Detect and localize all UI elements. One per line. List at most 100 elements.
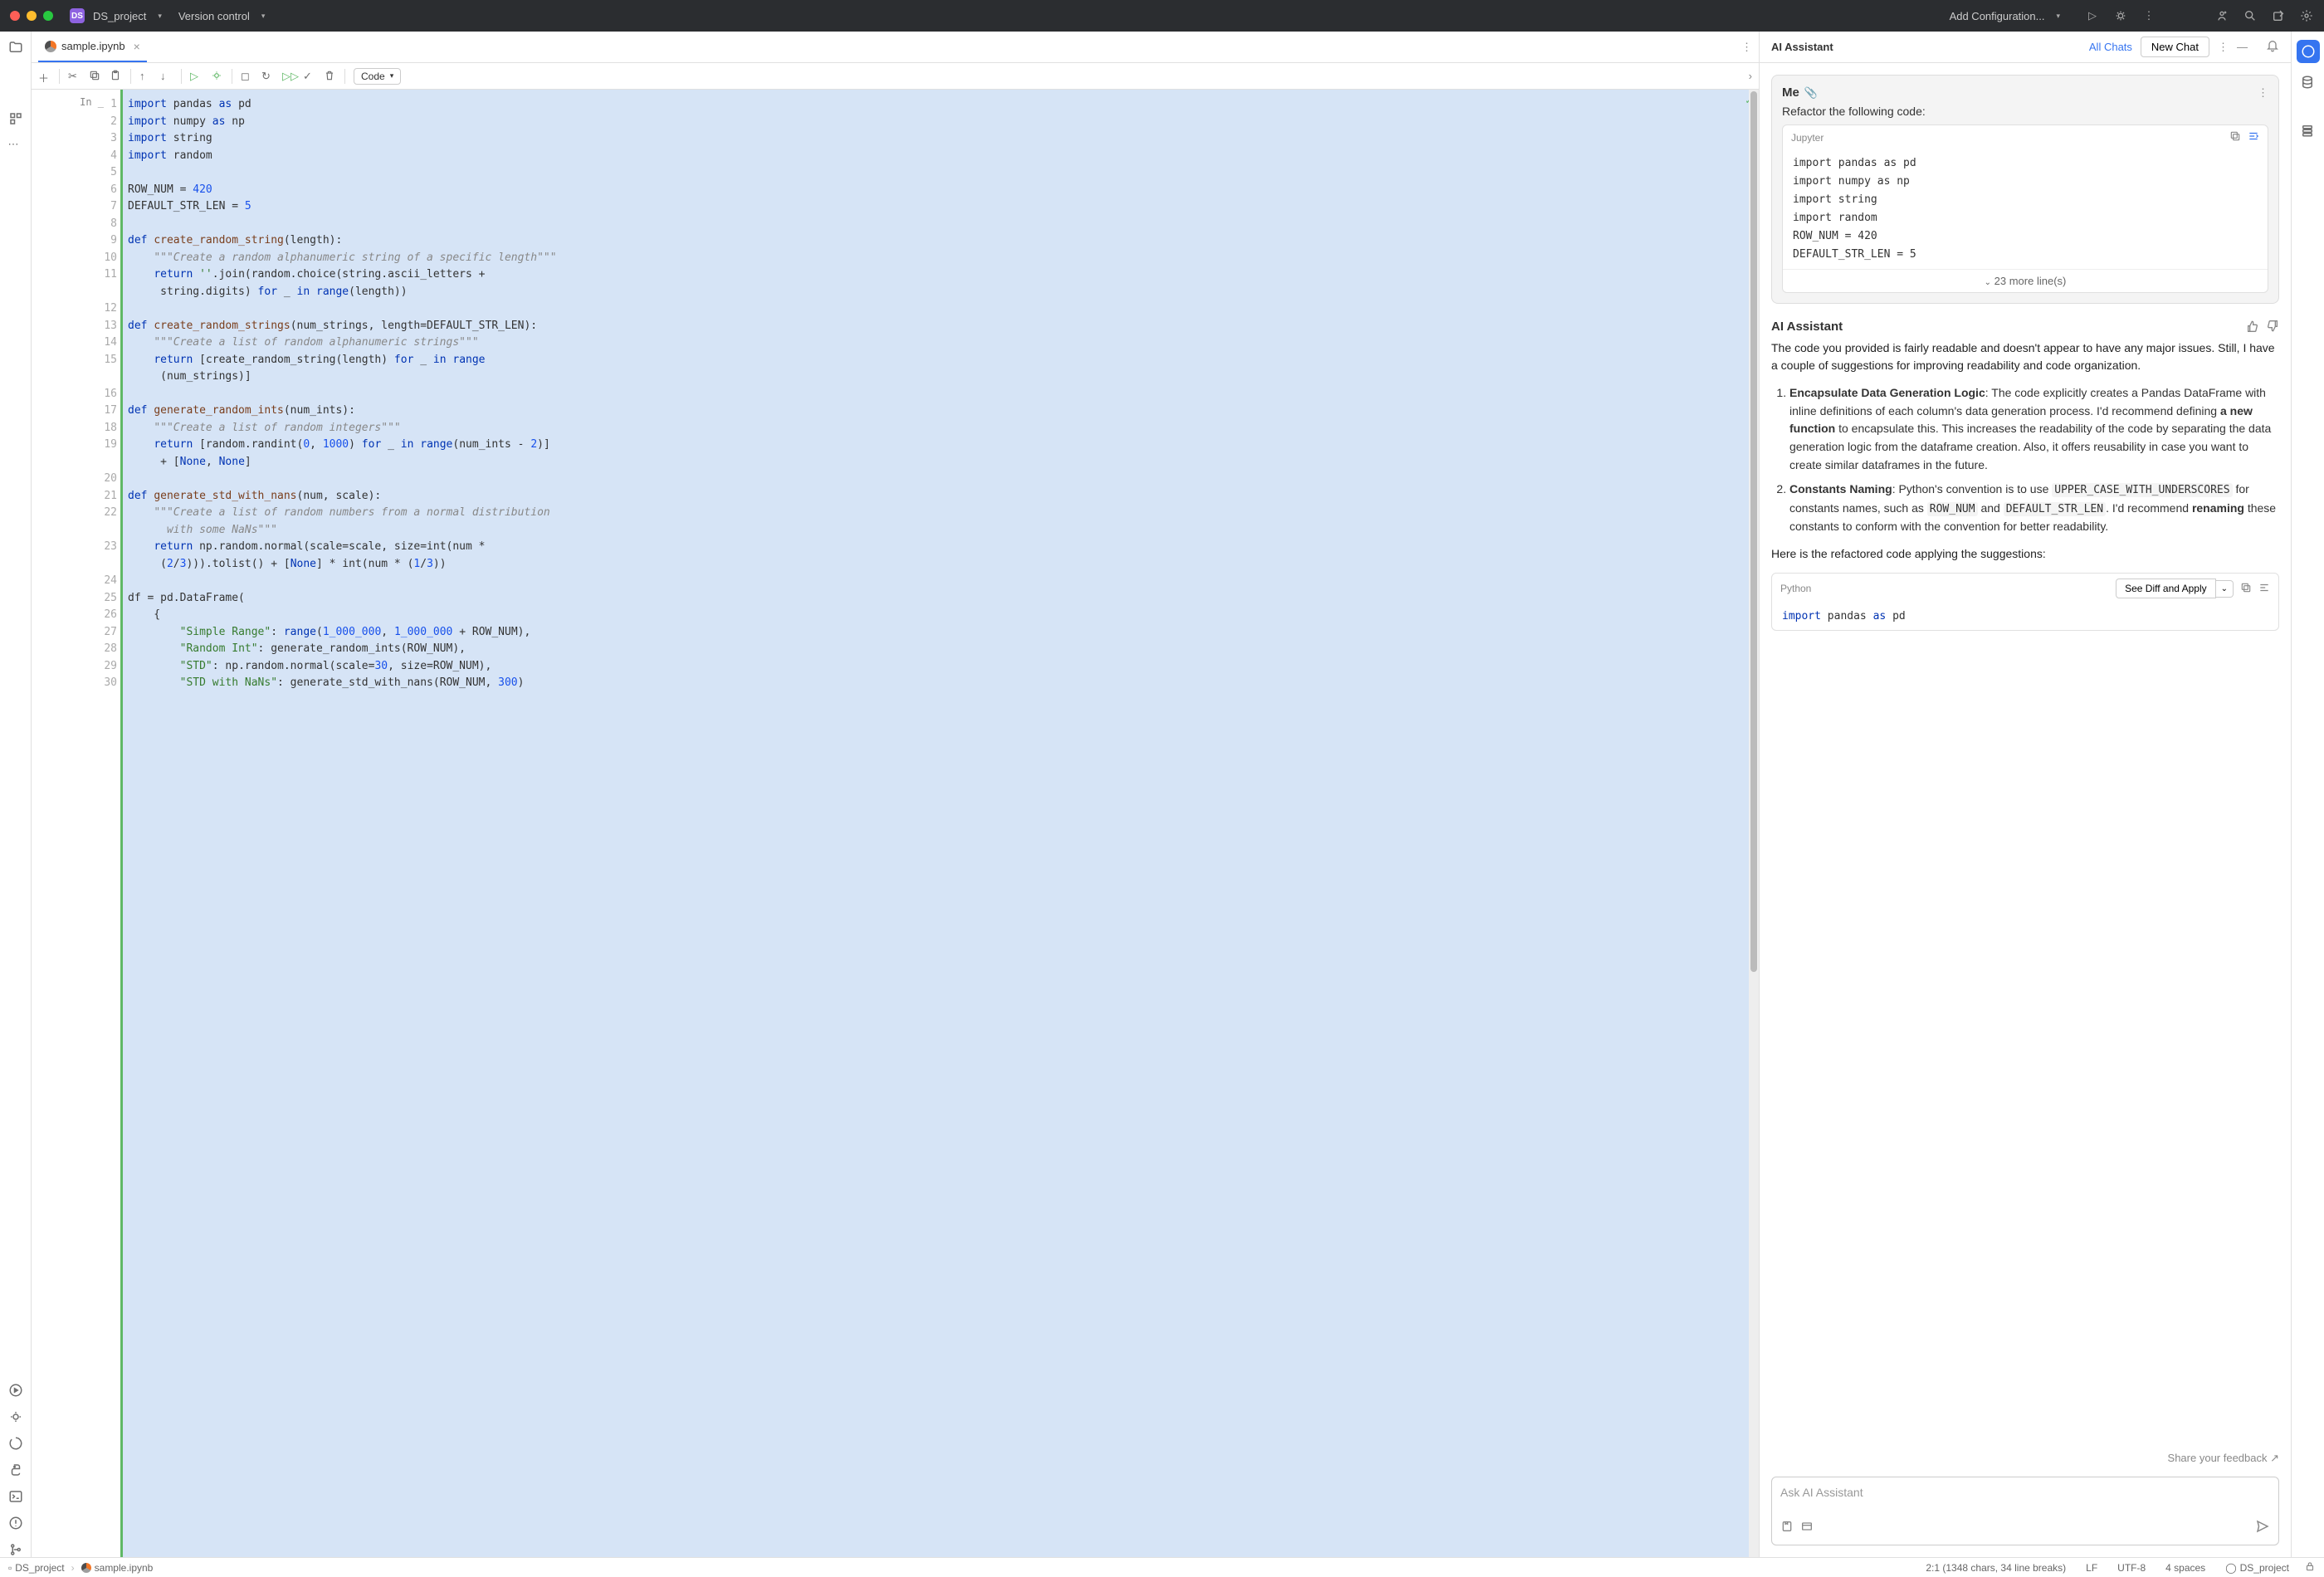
attach-context-icon[interactable]	[1780, 1520, 1794, 1536]
vcs-tool-icon[interactable]	[8, 1542, 23, 1557]
tab-label: sample.ipynb	[61, 40, 125, 52]
cell-gutter: In _ 1234567891011 12131415 16171819 202…	[32, 90, 123, 1557]
line-ending[interactable]: LF	[2086, 1562, 2097, 1574]
output-code-body: import pandas as pd	[1772, 603, 2278, 630]
run-configuration[interactable]: Add Configuration...	[1950, 10, 2045, 22]
cell-type-selector[interactable]: Code▾	[354, 68, 401, 85]
debug-cell-icon[interactable]	[211, 70, 223, 82]
debug-tool-icon[interactable]	[8, 1409, 23, 1424]
user-label: Me	[1782, 85, 1799, 100]
attached-code: Jupyter import pandas as pd import numpy…	[1782, 124, 2268, 293]
problems-tool-icon[interactable]	[8, 1516, 23, 1531]
thumbs-up-icon[interactable]	[2246, 320, 2259, 334]
ai-assistant-pane: AI Assistant All Chats New Chat ⋮ — Me 📎…	[1760, 32, 2291, 1557]
services-tool-icon[interactable]	[8, 1383, 23, 1398]
run-cell-icon[interactable]: ▷	[190, 70, 203, 82]
new-chat-button[interactable]: New Chat	[2141, 37, 2209, 57]
message-more-icon[interactable]: ⋮	[2258, 86, 2268, 100]
paste-icon[interactable]	[110, 70, 122, 82]
delete-cell-icon[interactable]	[324, 70, 336, 82]
ai-input-box[interactable]: Ask AI Assistant	[1771, 1477, 2279, 1545]
project-dropdown-icon[interactable]: ▾	[158, 12, 162, 21]
indent[interactable]: 4 spaces	[2165, 1562, 2205, 1574]
ai-input-placeholder: Ask AI Assistant	[1780, 1486, 2270, 1509]
progress-tool-icon[interactable]	[8, 1436, 23, 1451]
settings-icon[interactable]	[2299, 8, 2314, 23]
breadcrumb-project[interactable]: ▫ DS_project	[8, 1562, 65, 1574]
python-console-icon[interactable]	[8, 1462, 23, 1477]
all-chats-link[interactable]: All Chats	[2089, 41, 2132, 53]
move-up-icon[interactable]: ↑	[139, 70, 152, 82]
ai-more-icon[interactable]: ⋮	[2218, 41, 2229, 54]
toolbar-overflow-icon[interactable]: ›	[1749, 70, 1752, 82]
code-editor[interactable]: In _ 1234567891011 12131415 16171819 202…	[32, 90, 1759, 1557]
code-body[interactable]: ✓import pandas as pdimport numpy as npim…	[123, 90, 1759, 1557]
attach-file-icon[interactable]	[1800, 1520, 1814, 1536]
attach-icon[interactable]: 📎	[1804, 86, 1818, 100]
assistant-intro: The code you provided is fairly readable…	[1771, 339, 2279, 374]
maximize-window-icon[interactable]	[43, 11, 53, 21]
clear-output-icon[interactable]: ✓	[303, 70, 315, 82]
minimize-window-icon[interactable]	[27, 11, 37, 21]
project-name[interactable]: DS_project	[93, 10, 146, 22]
close-window-icon[interactable]	[10, 11, 20, 21]
notifications-icon[interactable]	[2266, 39, 2279, 55]
ai-header: AI Assistant All Chats New Chat ⋮ —	[1760, 32, 2291, 63]
run-config-dropdown-icon[interactable]: ▾	[2056, 12, 2060, 21]
ai-conversation: Me 📎 ⋮ Refactor the following code: Jupy…	[1760, 63, 2291, 1447]
stop-icon[interactable]: ◻	[241, 70, 253, 82]
assistant-outro: Here is the refactored code applying the…	[1771, 545, 2279, 563]
search-icon[interactable]	[2243, 8, 2258, 23]
vcs-dropdown-icon[interactable]: ▾	[261, 12, 266, 21]
project-tool-icon[interactable]	[8, 40, 23, 55]
cut-icon[interactable]: ✂	[68, 70, 81, 82]
close-tab-icon[interactable]: ×	[134, 40, 140, 53]
send-icon[interactable]	[2255, 1519, 2270, 1536]
ai-assistant-tool-icon[interactable]	[2297, 40, 2320, 63]
add-cell-icon[interactable]: ＋	[38, 70, 51, 82]
editor-scrollbar[interactable]	[1749, 90, 1759, 1557]
stack-tool-icon[interactable]	[2300, 123, 2317, 139]
copy-icon[interactable]	[89, 70, 101, 82]
terminal-tool-icon[interactable]	[8, 1489, 23, 1504]
attach-language-label: Jupyter	[1791, 132, 1824, 144]
minimize-pane-icon[interactable]: —	[2237, 41, 2248, 53]
left-tool-strip: ⋯	[0, 32, 32, 1557]
output-language-label: Python	[1780, 583, 1811, 594]
tabs-more-icon[interactable]: ⋮	[1741, 41, 1752, 54]
expand-attachment-button[interactable]: ⌄ 23 more line(s)	[1783, 269, 2268, 292]
breadcrumb-file[interactable]: sample.ipynb	[81, 1562, 154, 1574]
code-with-me-icon[interactable]	[2214, 8, 2229, 23]
lock-icon[interactable]	[2304, 1560, 2316, 1575]
debug-icon[interactable]	[2113, 8, 2128, 23]
run-all-icon[interactable]: ▷▷	[282, 70, 295, 82]
see-diff-button[interactable]: See Diff and Apply	[2116, 579, 2216, 598]
encoding[interactable]: UTF-8	[2117, 1562, 2146, 1574]
run-icon[interactable]: ▷	[2085, 8, 2100, 23]
thumbs-down-icon[interactable]	[2266, 319, 2279, 334]
vcs-menu[interactable]: Version control	[178, 10, 250, 22]
move-down-icon[interactable]: ↓	[160, 70, 173, 82]
assistant-label: AI Assistant	[1771, 320, 1843, 334]
refactored-code-block: Python See Diff and Apply ⌄ import panda…	[1771, 573, 2279, 631]
tab-sample-ipynb[interactable]: sample.ipynb ×	[38, 32, 147, 62]
interpreter[interactable]: ◯ DS_project	[2225, 1562, 2289, 1574]
cell-prompt: In _	[80, 96, 104, 108]
restart-icon[interactable]: ↻	[261, 70, 274, 82]
line-numbers: 1234567891011 12131415 16171819 202122 2…	[104, 96, 117, 692]
see-diff-dropdown-icon[interactable]: ⌄	[2216, 580, 2234, 598]
share-feedback-link[interactable]: Share your feedback ↗	[1760, 1447, 2291, 1470]
insert-attachment-icon[interactable]	[2248, 130, 2259, 144]
copy-output-icon[interactable]	[2240, 582, 2252, 596]
user-prompt-text: Refactor the following code:	[1782, 105, 2268, 118]
suggestion-2: Constants Naming: Python's convention is…	[1789, 481, 2279, 535]
updates-icon[interactable]	[2271, 8, 2286, 23]
copy-attachment-icon[interactable]	[2229, 130, 2241, 144]
notebook-toolbar: ＋ ✂ ↑ ↓ ▷ ◻ ↻ ▷▷ ✓ Code▾	[32, 63, 1759, 90]
database-tool-icon[interactable]	[2300, 75, 2317, 91]
insert-output-icon[interactable]	[2258, 582, 2270, 596]
more-actions-icon[interactable]: ⋮	[2141, 8, 2156, 23]
structure-tool-icon[interactable]	[8, 111, 23, 126]
caret-position[interactable]: 2:1 (1348 chars, 34 line breaks)	[1926, 1562, 2066, 1574]
more-tools-icon[interactable]: ⋯	[8, 138, 23, 153]
